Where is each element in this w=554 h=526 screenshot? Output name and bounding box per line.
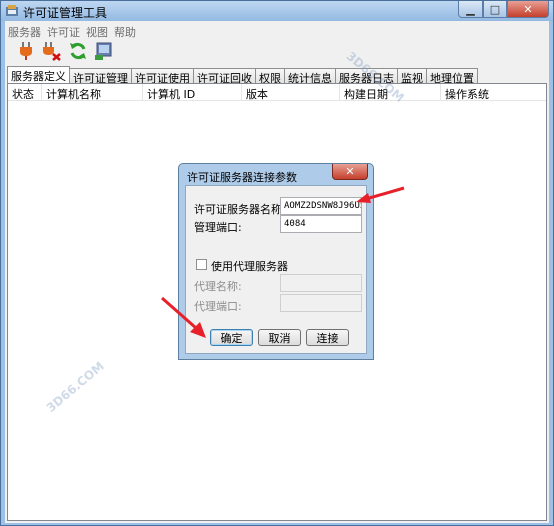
- col-version[interactable]: 版本: [242, 84, 340, 101]
- server-config-icon: [95, 42, 112, 60]
- col-status[interactable]: 状态: [8, 84, 42, 101]
- dialog-body: 许可证服务器名称: AOMZ2DSNW8J96U5 管理端口: 4084 使用代…: [185, 185, 367, 354]
- annotation-arrow-left: [161, 296, 206, 338]
- disconnect-button[interactable]: [41, 40, 63, 62]
- window-controls: ▁ □ ✕: [458, 1, 549, 19]
- ok-button[interactable]: 确定: [210, 329, 253, 346]
- tab-license-recovery[interactable]: 许可证回收: [193, 68, 256, 85]
- use-proxy-label: 使用代理服务器: [211, 260, 288, 273]
- use-proxy-checkbox[interactable]: [196, 259, 207, 270]
- title-bar[interactable]: 许可证管理工具 ▁ □ ✕: [1, 1, 553, 21]
- toolbar: [5, 40, 549, 66]
- menu-license[interactable]: 许可证: [44, 21, 83, 39]
- server-name-input[interactable]: AOMZ2DSNW8J96U5: [280, 197, 362, 215]
- minimize-button[interactable]: ▁: [458, 1, 483, 18]
- close-button[interactable]: ✕: [507, 1, 549, 18]
- col-computer-id[interactable]: 计算机 ID: [143, 84, 242, 101]
- menu-server[interactable]: 服务器: [5, 21, 44, 39]
- maximize-button[interactable]: □: [483, 1, 507, 18]
- tab-geo-location[interactable]: 地理位置: [426, 68, 478, 85]
- col-os[interactable]: 操作系统: [441, 84, 546, 101]
- cancel-button[interactable]: 取消: [258, 329, 301, 346]
- connect-button[interactable]: 连接: [306, 329, 349, 346]
- window-title: 许可证管理工具: [23, 6, 108, 20]
- app-icon: [6, 5, 18, 16]
- refresh-icon: [70, 42, 86, 60]
- server-name-label: 许可证服务器名称:: [194, 203, 286, 216]
- tab-monitor[interactable]: 监视: [397, 68, 427, 85]
- menu-bar: 服务器 许可证 视图 帮助: [5, 21, 549, 39]
- menu-help[interactable]: 帮助: [111, 21, 139, 39]
- tab-permissions[interactable]: 权限: [255, 68, 285, 85]
- tab-server-definition[interactable]: 服务器定义: [7, 66, 70, 83]
- server-config-button[interactable]: [93, 40, 115, 62]
- refresh-button[interactable]: [67, 40, 89, 62]
- annotation-arrow-right: [356, 186, 405, 203]
- port-label: 管理端口:: [194, 221, 242, 234]
- tab-statistics[interactable]: 统计信息: [284, 68, 336, 85]
- col-computer-name[interactable]: 计算机名称: [42, 84, 143, 101]
- proxy-port-input[interactable]: [280, 294, 362, 312]
- tab-server-log[interactable]: 服务器日志: [335, 68, 398, 85]
- dialog-title: 许可证服务器连接参数: [187, 171, 297, 184]
- proxy-name-input[interactable]: [280, 274, 362, 292]
- menu-view[interactable]: 视图: [83, 21, 111, 39]
- port-input[interactable]: 4084: [280, 215, 362, 233]
- col-build-date[interactable]: 构建日期: [340, 84, 441, 101]
- connect-button[interactable]: [15, 40, 37, 62]
- plug-disconnect-icon: [43, 42, 61, 61]
- grid-header: 状态 计算机名称 计算机 ID 版本 构建日期 操作系统: [8, 84, 546, 101]
- tab-strip: 服务器定义 许可证管理 许可证使用 许可证回收 权限 统计信息 服务器日志 监视…: [7, 66, 478, 85]
- dialog-close-button[interactable]: ✕: [332, 164, 368, 180]
- tab-license-management[interactable]: 许可证管理: [69, 68, 132, 85]
- proxy-name-label: 代理名称:: [194, 280, 242, 293]
- plug-connect-icon: [20, 42, 32, 60]
- tab-license-usage[interactable]: 许可证使用: [131, 68, 194, 85]
